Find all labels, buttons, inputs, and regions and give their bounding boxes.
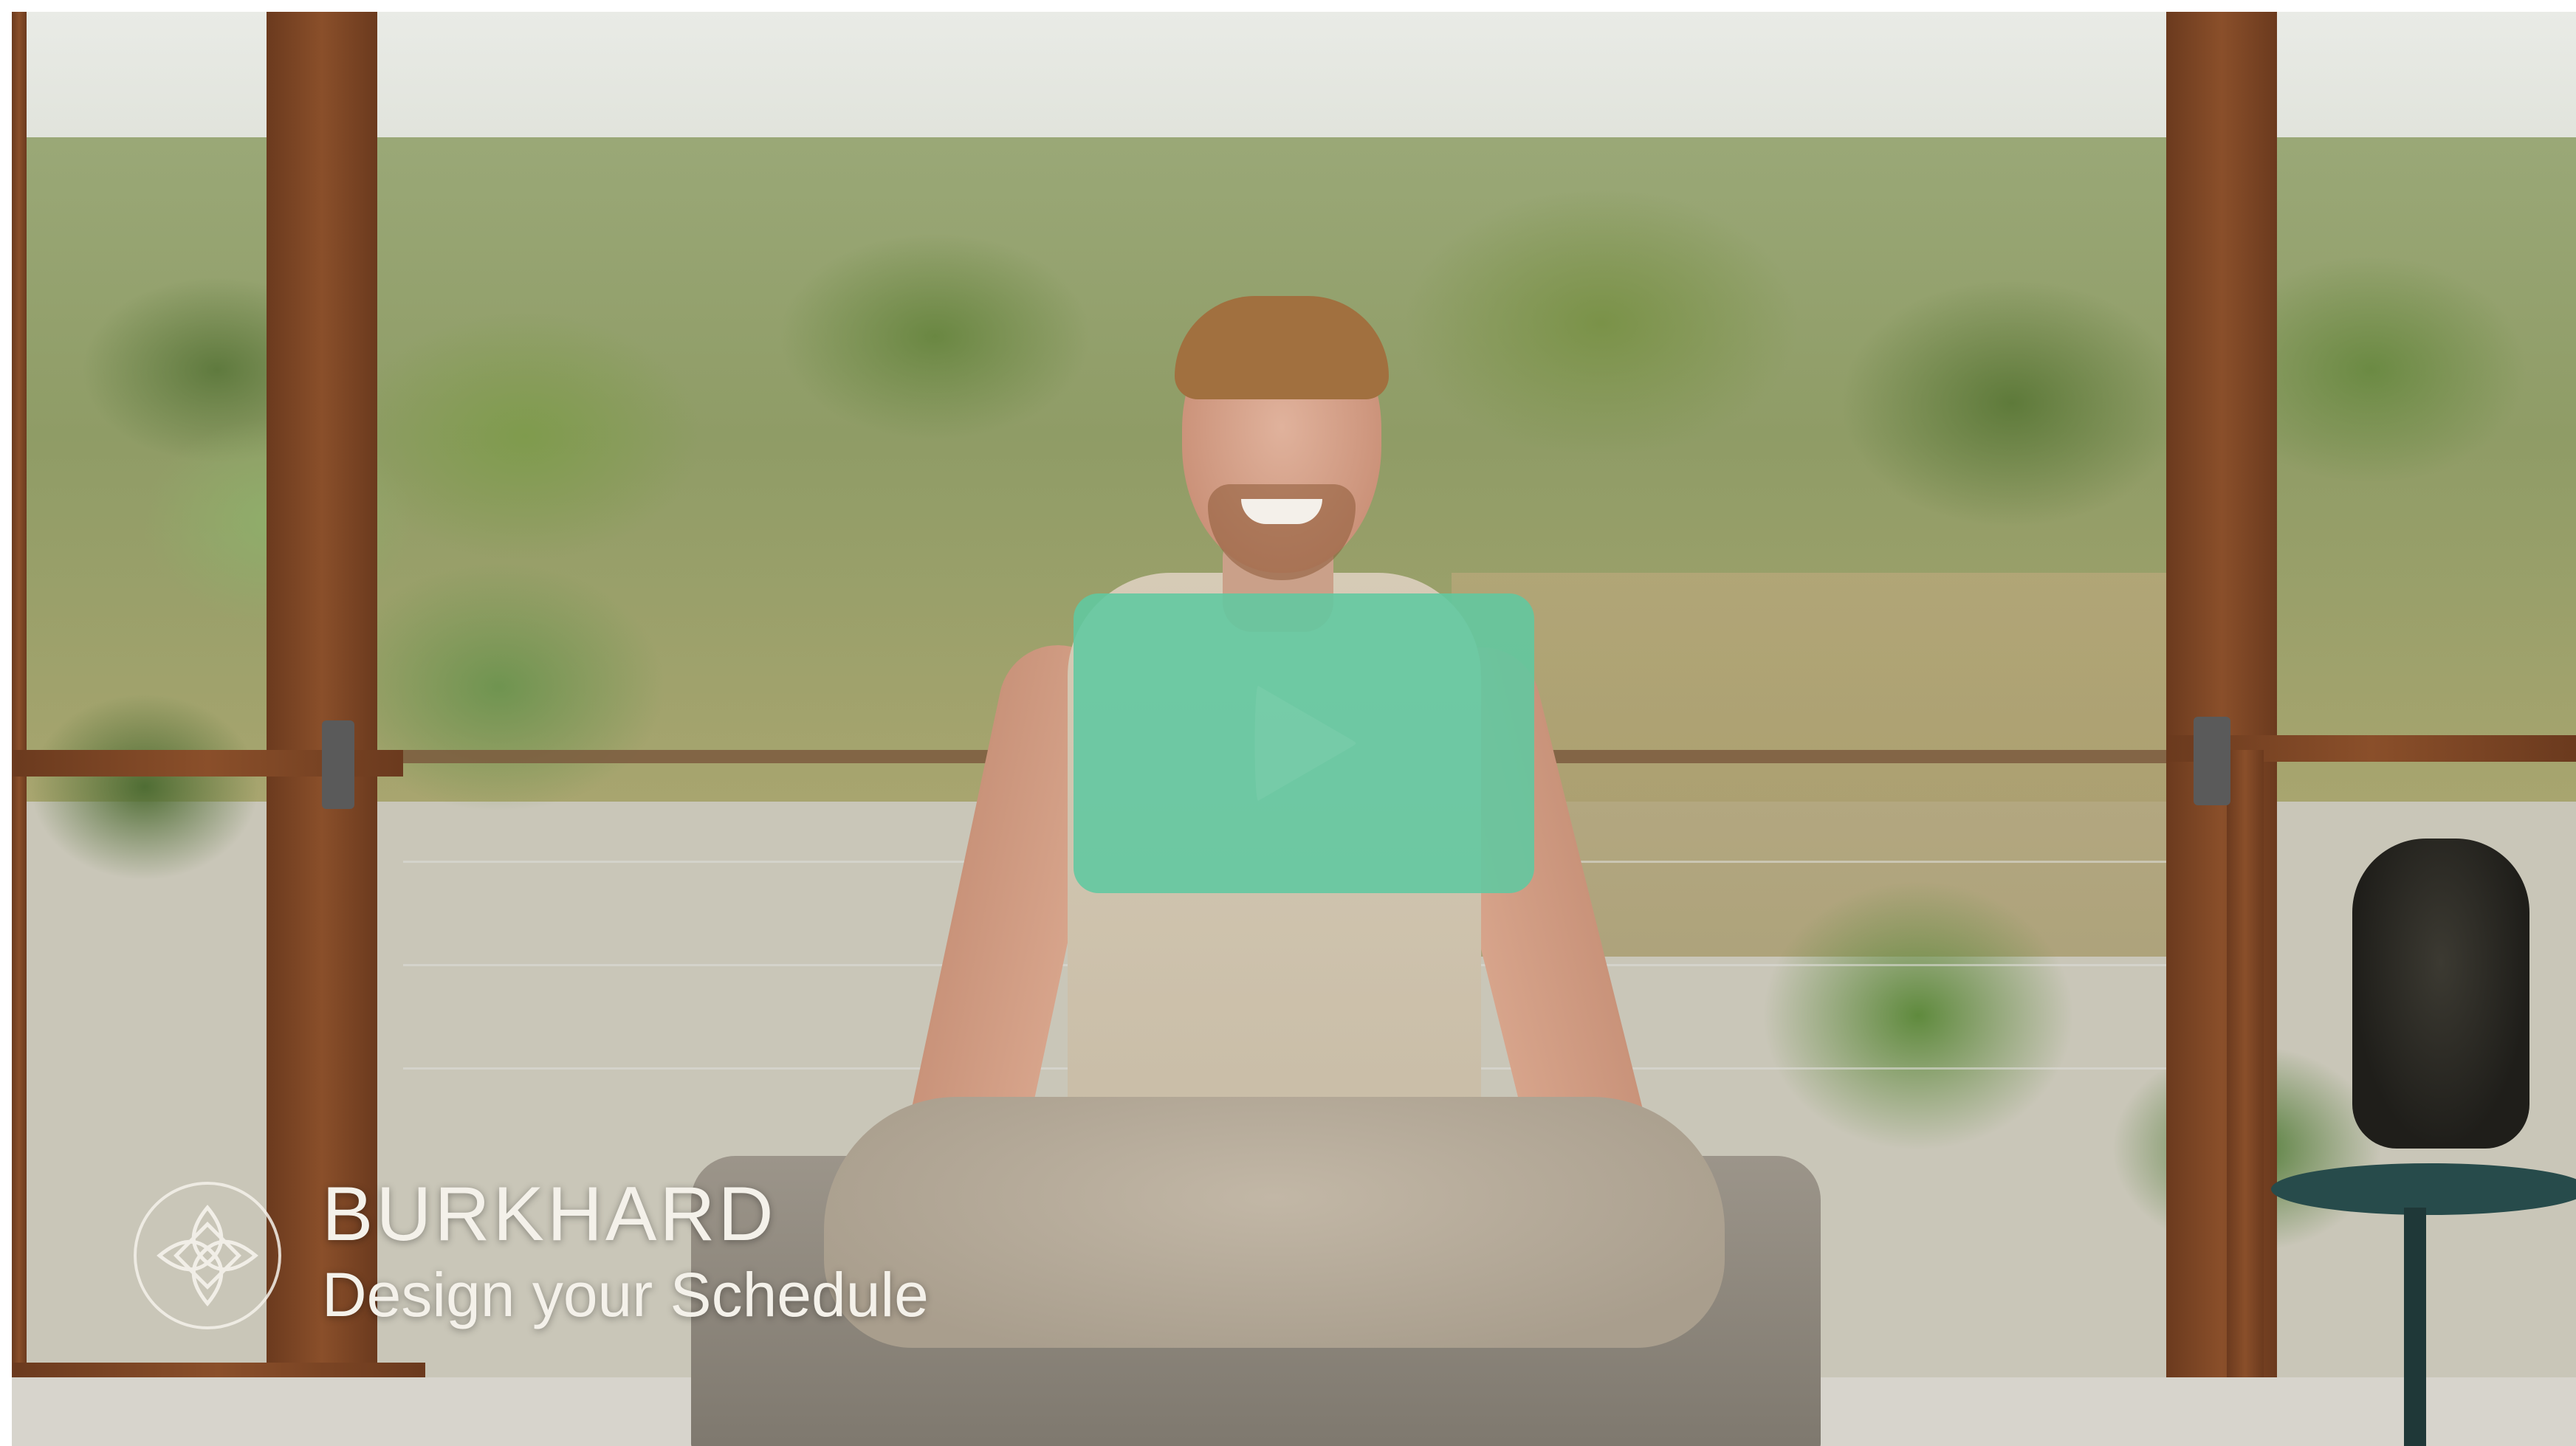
- play-button[interactable]: [1074, 593, 1534, 893]
- person-hair: [1175, 296, 1389, 399]
- door-handle: [2194, 717, 2230, 805]
- video-player[interactable]: BURKHARD Design your Schedule: [12, 12, 2576, 1446]
- side-table-leg: [2404, 1208, 2426, 1446]
- person-smile: [1241, 499, 1322, 524]
- play-icon: [1254, 686, 1356, 801]
- statue: [2352, 839, 2529, 1149]
- person-legs: [824, 1097, 1725, 1348]
- lotus-icon: [134, 1182, 281, 1329]
- window-frame: [12, 12, 27, 1446]
- video-subtitle: Design your Schedule: [322, 1260, 929, 1329]
- brand-name: BURKHARD: [322, 1171, 777, 1257]
- foliage-left: [12, 322, 898, 986]
- door-handle: [322, 720, 354, 809]
- window-frame-inner: [2227, 750, 2264, 1446]
